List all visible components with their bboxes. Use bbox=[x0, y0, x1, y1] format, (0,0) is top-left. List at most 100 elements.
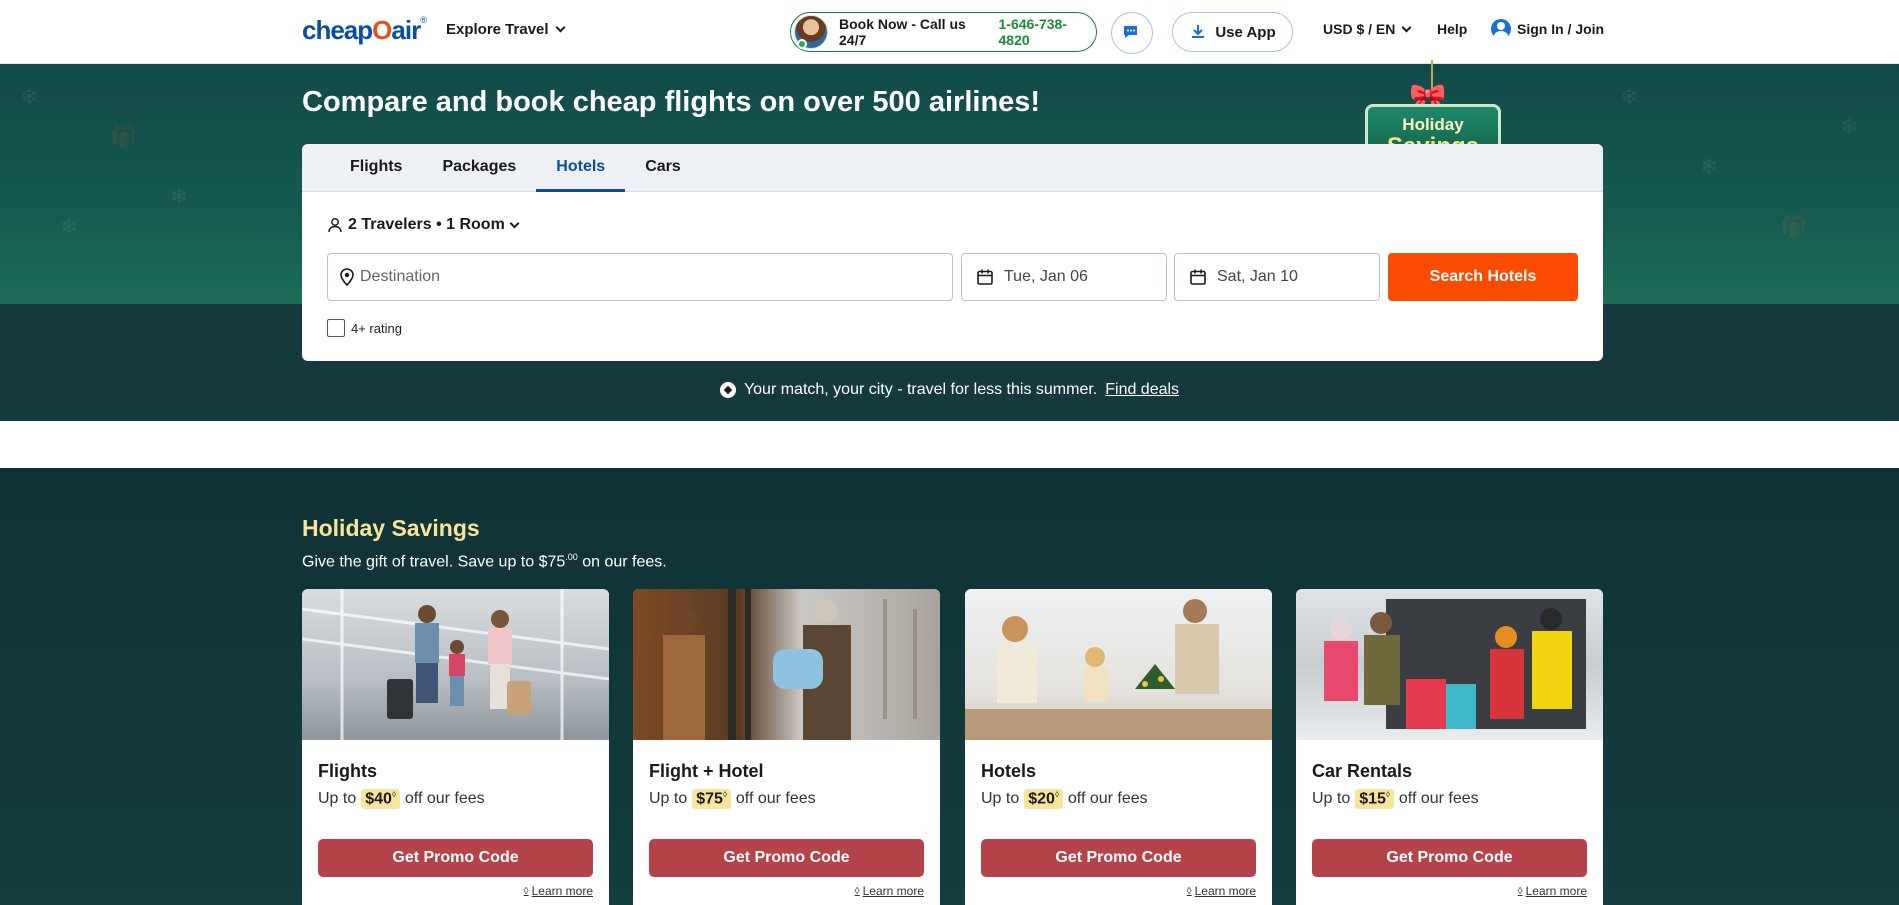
sign-in-label: Sign In / Join bbox=[1517, 21, 1605, 37]
learn-more-label: Learn more bbox=[862, 884, 924, 898]
card-suffix: off our fees bbox=[404, 790, 485, 808]
card-prefix: Up to bbox=[981, 790, 1020, 808]
family-picnic-illustration bbox=[965, 599, 1272, 740]
tab-cars[interactable]: Cars bbox=[625, 144, 701, 192]
checkin-date-value: Tue, Jan 06 bbox=[1004, 268, 1088, 285]
gift-icon: 🎁 bbox=[110, 124, 138, 149]
holiday-savings-subtitle: Give the gift of travel. Save up to $75.… bbox=[302, 552, 667, 571]
card-amount: $15◊ bbox=[1355, 789, 1394, 810]
learn-more-link[interactable]: ◊ Learn more bbox=[1518, 884, 1587, 898]
gift-icon: 🎁 bbox=[1780, 214, 1808, 239]
soccer-ball-icon bbox=[719, 382, 736, 398]
get-promo-code-button[interactable]: Get Promo Code bbox=[1312, 839, 1587, 877]
chevron-down-icon bbox=[1401, 22, 1412, 32]
snowflake-icon: ❄ bbox=[60, 214, 79, 239]
search-card: Flights Packages Hotels Cars 2 Travelers… bbox=[302, 144, 1603, 361]
card-amount-value: $20 bbox=[1028, 790, 1055, 808]
currency-label: USD $ / EN bbox=[1323, 21, 1396, 37]
learn-more-link[interactable]: ◊ Learn more bbox=[1187, 884, 1256, 898]
search-hotels-button[interactable]: Search Hotels bbox=[1388, 253, 1578, 301]
holiday-savings-title: Holiday Savings bbox=[302, 515, 480, 541]
chat-icon bbox=[1124, 26, 1137, 38]
tab-packages[interactable]: Packages bbox=[422, 144, 536, 192]
cheapoair-logo[interactable]: cheapOair® bbox=[302, 15, 427, 46]
currency-language-selector[interactable]: USD $ / EN bbox=[1323, 21, 1412, 37]
product-tabs: Flights Packages Hotels Cars bbox=[302, 144, 1603, 192]
phone-number: 1-646-738-4820 bbox=[998, 16, 1068, 48]
checkin-date-field[interactable]: Tue, Jan 06 bbox=[961, 253, 1167, 301]
badge-line1: Holiday bbox=[1402, 115, 1464, 134]
holiday-savings-section bbox=[0, 468, 1899, 905]
rating-filter[interactable]: 4+ rating bbox=[327, 319, 402, 337]
learn-more-label: Learn more bbox=[531, 884, 593, 898]
book-now-label: Book Now - Call us 24/7 bbox=[839, 16, 966, 48]
card-title: Flight + Hotel bbox=[649, 761, 764, 781]
help-link[interactable]: Help bbox=[1437, 21, 1467, 37]
card-prefix: Up to bbox=[1312, 790, 1351, 808]
checkout-date-field[interactable]: Sat, Jan 10 bbox=[1174, 253, 1380, 301]
calendar-icon bbox=[977, 269, 993, 285]
card-prefix: Up to bbox=[649, 790, 688, 808]
card-amount: $40◊ bbox=[361, 789, 400, 810]
site-header: cheapOair® Explore Travel Book Now - Cal… bbox=[0, 0, 1899, 64]
info-icon: ◊ bbox=[523, 885, 529, 897]
tab-flights[interactable]: Flights bbox=[330, 144, 422, 192]
subtitle-suffix: on our fees. bbox=[582, 553, 667, 571]
card-title: Flights bbox=[318, 761, 377, 781]
get-promo-code-button[interactable]: Get Promo Code bbox=[318, 839, 593, 877]
snowflake-icon: ❄ bbox=[170, 184, 189, 209]
snowflake-icon: ❄ bbox=[1840, 114, 1859, 139]
card-prefix: Up to bbox=[318, 790, 357, 808]
card-description: Up to $40◊ off our fees bbox=[318, 789, 485, 810]
promo-text: Your match, your city - travel for less … bbox=[743, 381, 1098, 398]
chat-button[interactable] bbox=[1111, 12, 1153, 54]
info-icon: ◊ bbox=[1517, 885, 1523, 897]
flights-photo bbox=[302, 589, 609, 740]
rating-checkbox[interactable] bbox=[327, 319, 345, 337]
hero-title: Compare and book cheap flights on over 5… bbox=[302, 86, 1041, 118]
download-icon bbox=[1192, 25, 1205, 38]
card-amount-value: $15 bbox=[1359, 790, 1386, 808]
card-suffix: off our fees bbox=[1398, 790, 1479, 808]
get-promo-code-button[interactable]: Get Promo Code bbox=[981, 839, 1256, 877]
rating-label: 4+ rating bbox=[351, 320, 402, 336]
card-title: Car Rentals bbox=[1312, 761, 1413, 781]
card-suffix: off our fees bbox=[735, 790, 816, 808]
travelers-selector[interactable]: 2 Travelers • 1 Room bbox=[328, 216, 520, 234]
family-car-trunk-illustration bbox=[1324, 599, 1586, 729]
use-app-label: Use App bbox=[1215, 23, 1276, 41]
card-suffix: off our fees bbox=[1067, 790, 1148, 808]
promo-card-flight-hotel: Flight + Hotel Up to $75◊ off our fees G… bbox=[633, 589, 940, 905]
destination-field[interactable] bbox=[327, 253, 953, 301]
learn-more-label: Learn more bbox=[1194, 884, 1256, 898]
snowflake-icon: ❄ bbox=[20, 84, 39, 109]
calendar-icon bbox=[1190, 269, 1206, 285]
promo-card-car-rentals: Car Rentals Up to $15◊ off our fees Get … bbox=[1296, 589, 1603, 905]
book-now-call-button[interactable]: Book Now - Call us 24/7 1-646-738-4820 bbox=[790, 12, 1097, 52]
online-status-icon bbox=[797, 39, 807, 49]
find-deals-link[interactable]: Find deals bbox=[1105, 381, 1179, 399]
location-pin-icon bbox=[340, 268, 354, 286]
card-amount: $20◊ bbox=[1024, 789, 1063, 810]
learn-more-link[interactable]: ◊ Learn more bbox=[855, 884, 924, 898]
card-description: Up to $75◊ off our fees bbox=[649, 789, 816, 810]
use-app-button[interactable]: Use App bbox=[1172, 12, 1293, 52]
snowflake-icon: ❄ bbox=[1620, 84, 1639, 109]
sign-in-link[interactable]: Sign In / Join bbox=[1491, 19, 1604, 39]
subtitle-cents: .00 bbox=[565, 552, 578, 562]
promo-bar: Your match, your city - travel for less … bbox=[0, 381, 1899, 399]
car-rentals-photo bbox=[1296, 589, 1603, 740]
get-promo-code-button[interactable]: Get Promo Code bbox=[649, 839, 924, 877]
subtitle-prefix: Give the gift of travel. Save up to $75 bbox=[302, 553, 566, 571]
card-description: Up to $20◊ off our fees bbox=[981, 789, 1148, 810]
flight-hotel-photo bbox=[633, 589, 940, 740]
explore-travel-menu[interactable]: Explore Travel bbox=[446, 21, 566, 38]
destination-input[interactable] bbox=[360, 268, 940, 286]
divider-strip bbox=[0, 421, 1899, 468]
tab-hotels[interactable]: Hotels bbox=[536, 144, 626, 192]
card-amount-value: $40 bbox=[365, 790, 392, 808]
travelers-label: 2 Travelers • 1 Room bbox=[348, 216, 505, 233]
promo-card-flights: Flights Up to $40◊ off our fees Get Prom… bbox=[302, 589, 609, 905]
chevron-down-icon bbox=[509, 218, 520, 228]
learn-more-link[interactable]: ◊ Learn more bbox=[524, 884, 593, 898]
